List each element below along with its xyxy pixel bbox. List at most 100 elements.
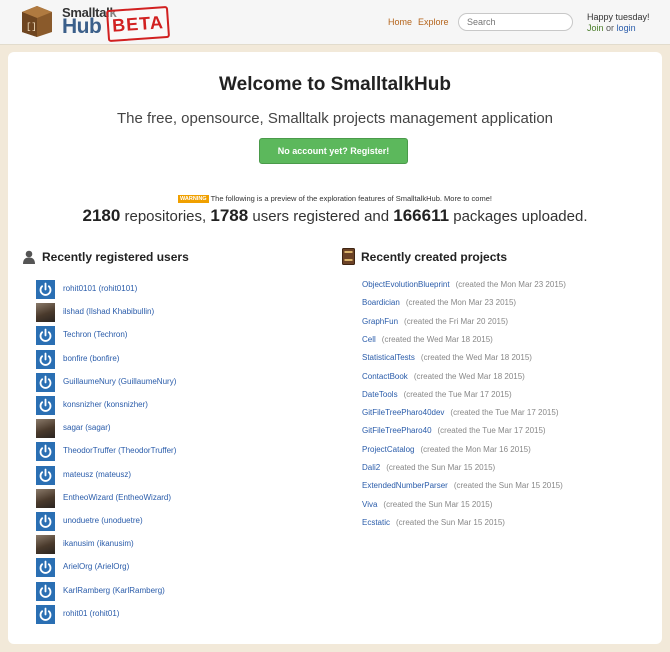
project-row: GitFileTreePharo40 (created the Tue Mar 1… [362,426,546,435]
project-row: GitFileTreePharo40dev (created the Tue Ma… [362,408,558,417]
power-icon[interactable] [36,372,55,392]
project-created-date: (created the Wed Mar 18 2015) [381,334,493,344]
stats-line: 2180 repositories, 1788 users registered… [8,206,662,226]
project-link[interactable]: Ecstatic [362,518,390,527]
user-link[interactable]: Techron (Techron) [63,330,127,339]
power-icon[interactable] [36,396,55,415]
project-row: Cell (created the Wed Mar 18 2015) [362,335,493,344]
project-row: ExtendedNumberParser (created the Sun Mar… [362,481,563,490]
project-link[interactable]: Boardician [362,298,400,307]
login-link[interactable]: login [617,23,636,33]
project-link[interactable]: ObjectEvolutionBlueprint [362,280,450,289]
nav-home-link[interactable]: Home [388,17,412,27]
project-link[interactable]: ProjectCatalog [362,445,414,454]
power-icon[interactable] [36,442,55,462]
project-link[interactable]: ExtendedNumberParser [362,481,448,490]
project-row: StatisticalTests (created the Wed Mar 18 … [362,353,532,362]
project-created-date: (created the Tue Mar 17 2015) [403,389,512,399]
user-link[interactable]: mateusz (mateusz) [63,470,131,479]
svg-text:[]: [] [26,22,37,32]
power-icon[interactable] [36,280,55,299]
user-link[interactable]: konsnizher (konsnizher) [63,400,148,409]
user-link[interactable]: rohit01 (rohit01) [63,609,119,618]
logo-text-bottom[interactable]: Hub [62,15,102,39]
project-created-date: (created the Mon Mar 23 2015) [455,280,566,289]
power-icon[interactable] [36,581,55,601]
main-panel: Welcome to SmalltalkHub The free, openso… [8,52,662,644]
power-icon[interactable] [36,604,55,624]
project-created-date: (created the Sun Mar 15 2015) [386,463,496,472]
user-link[interactable]: sagar (sagar) [63,423,111,432]
power-icon[interactable] [36,326,55,346]
project-created-date: (created the Tue Mar 17 2015) [437,426,546,436]
beta-stamp: BETA [105,5,171,43]
repositories-label: repositories, [120,208,211,225]
project-created-date: (created the Wed Mar 18 2015) [420,353,532,363]
users-label: users registered and [248,208,394,225]
greeting-text: Happy tuesday! [587,12,650,22]
users-section-title: Recently registered users [42,250,189,264]
project-link[interactable]: Dali2 [362,463,380,472]
user-link[interactable]: ilshad (Ilshad Khabibullin) [63,307,154,316]
project-link[interactable]: ContactBook [362,372,408,381]
project-row: GraphFun (created the Fri Mar 20 2015) [362,317,508,326]
projects-section-title: Recently created projects [361,250,508,264]
project-row: Ecstatic (created the Sun Mar 15 2015) [362,518,505,527]
box-logo-icon[interactable]: [] [20,4,54,38]
project-row: Boardician (created the Mon Mar 23 2015) [362,298,516,307]
project-link[interactable]: GitFileTreePharo40 [362,426,432,435]
user-link[interactable]: ArielOrg (ArielOrg) [63,562,129,571]
user-link[interactable]: TheodorTruffer (TheodorTruffer) [63,446,176,455]
warning-text: The following is a preview of the explor… [210,194,492,203]
power-icon[interactable] [36,349,55,369]
user-photo-avatar[interactable] [36,488,55,508]
auth-links: Join or login [587,23,636,33]
page-title: Welcome to SmalltalkHub [219,74,451,95]
user-photo-avatar[interactable] [36,419,55,439]
user-link[interactable]: EntheoWizard (EntheoWizard) [63,493,171,502]
project-created-date: (created the Sun Mar 15 2015) [453,481,563,491]
user-link[interactable]: bonfire (bonfire) [63,354,119,363]
register-button[interactable]: No account yet? Register! [259,138,408,164]
project-created-date: (created the Tue Mar 17 2015) [450,408,559,418]
or-text: or [606,23,615,33]
project-created-date: (created the Fri Mar 20 2015) [404,316,509,326]
user-link[interactable]: unoduetre (unoduetre) [63,516,143,525]
nav-explore-link[interactable]: Explore [418,17,449,27]
packages-count: 166611 [393,206,450,225]
project-row: ProjectCatalog (created the Mon Mar 16 20… [362,445,531,454]
project-link[interactable]: DateTools [362,390,398,399]
repositories-count: 2180 [82,206,121,225]
project-row: ObjectEvolutionBlueprint (created the Mon… [362,280,566,289]
user-icon [23,250,35,264]
warning-notice: WARNING The following is a preview of the… [8,194,662,203]
user-photo-avatar[interactable] [36,303,55,323]
header-bar: [] Smalltalk Hub BETA Home Explore Happy… [0,0,670,45]
user-link[interactable]: rohit0101 (rohit0101) [63,284,137,293]
warning-badge: WARNING [178,195,209,203]
project-link[interactable]: GraphFun [362,317,398,326]
user-link[interactable]: KarlRamberg (KarlRamberg) [63,586,165,595]
project-row: ContactBook (created the Wed Mar 18 2015) [362,372,525,381]
user-link[interactable]: ikanusim (ikanusim) [63,539,134,548]
project-link[interactable]: Cell [362,335,376,344]
project-created-date: (created the Mon Mar 23 2015) [405,298,517,308]
power-icon[interactable] [36,512,55,531]
page-subtitle: The free, opensource, Smalltalk projects… [116,110,554,127]
project-link[interactable]: StatisticalTests [362,353,415,362]
power-icon[interactable] [36,558,55,578]
search-input[interactable] [458,13,573,31]
project-created-date: (created the Sun Mar 15 2015) [396,517,505,527]
project-created-date: (created the Mon Mar 16 2015) [420,444,531,454]
project-created-date: (created the Sun Mar 15 2015) [383,499,493,509]
users-count: 1788 [210,206,249,225]
project-row: Viva (created the Sun Mar 15 2015) [362,500,492,509]
user-photo-avatar[interactable] [36,535,55,555]
power-icon[interactable] [36,465,55,485]
packages-label: packages uploaded. [449,208,588,225]
project-link[interactable]: Viva [362,500,377,509]
user-link[interactable]: GuillaumeNury (GuillaumeNury) [63,377,176,386]
join-link[interactable]: Join [587,23,604,33]
book-icon [342,248,355,265]
project-link[interactable]: GitFileTreePharo40dev [362,408,444,417]
